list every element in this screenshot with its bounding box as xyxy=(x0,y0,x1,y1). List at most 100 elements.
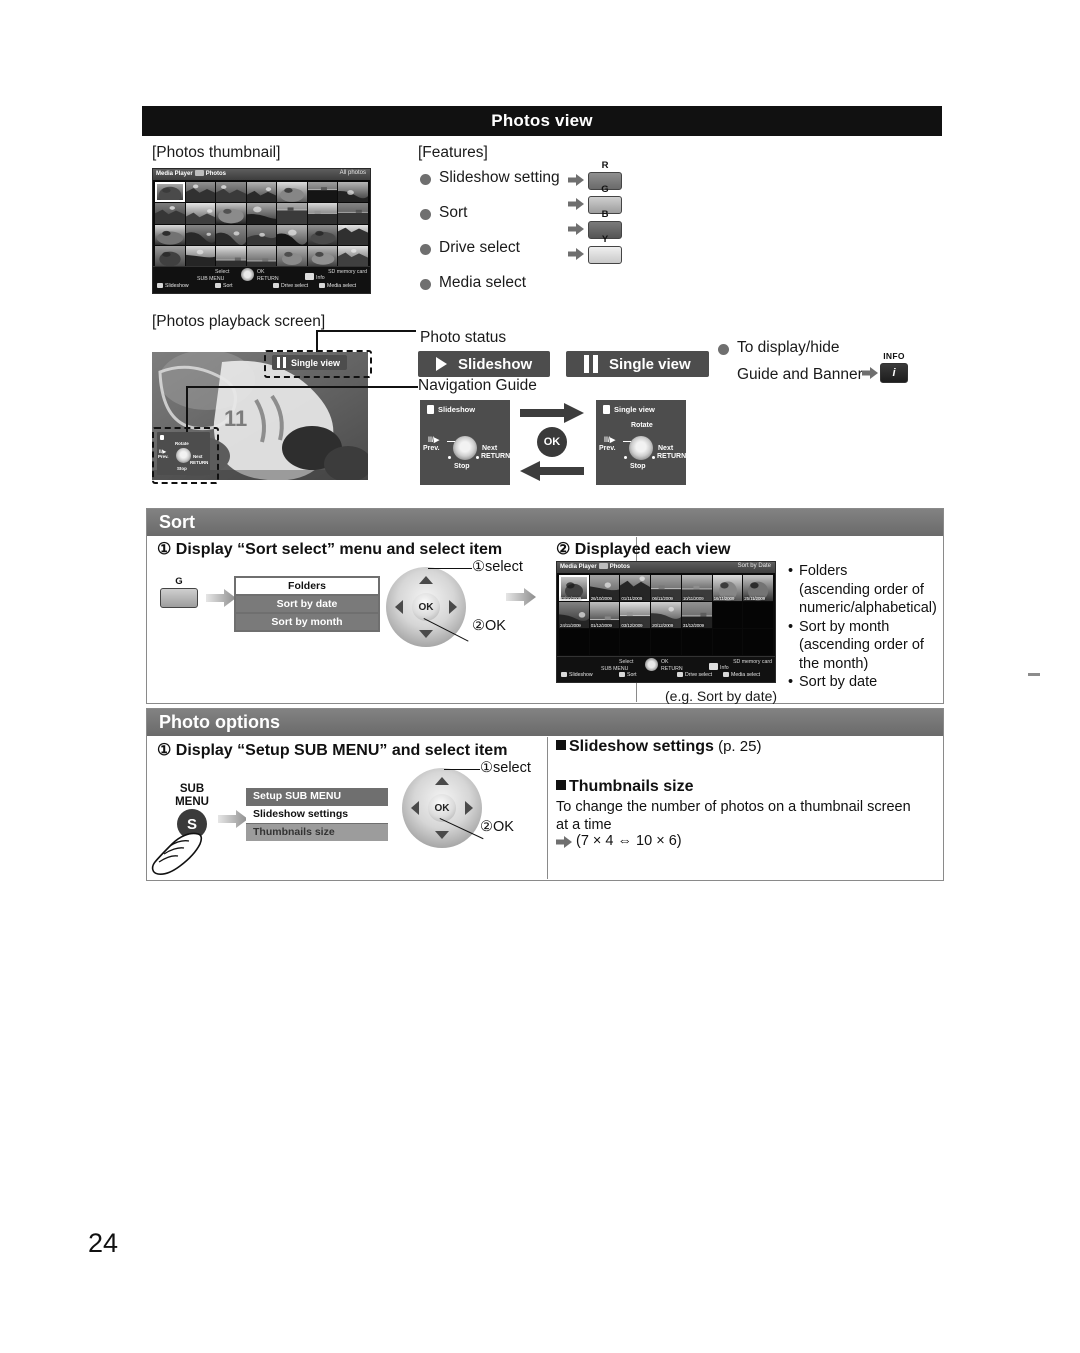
tv-color-button[interactable]: Drive select xyxy=(273,283,308,289)
dpad-left-icon[interactable] xyxy=(395,600,403,614)
thumbnail-cell[interactable] xyxy=(277,203,307,224)
info-key[interactable]: INFO i xyxy=(880,351,908,383)
thumbnail-cell[interactable] xyxy=(155,245,185,266)
thumbnail-cell[interactable] xyxy=(307,245,338,266)
thumbnail-cell[interactable] xyxy=(743,629,773,655)
thumbnail-cell[interactable] xyxy=(185,224,216,245)
ok-button-icon[interactable]: OK xyxy=(537,427,567,457)
dpad-control-sort[interactable]: OK xyxy=(386,567,466,647)
thumbnail-cell[interactable] xyxy=(681,629,712,655)
color-chip-icon xyxy=(157,283,163,288)
dpad-ok-button[interactable]: OK xyxy=(412,593,440,621)
thumbnail-cell[interactable] xyxy=(155,224,185,245)
tv-color-button[interactable]: Drive select xyxy=(677,672,712,678)
sort-note: Folders xyxy=(786,562,946,581)
tv-color-button-bar[interactable]: Slideshow Sort Drive select Media select xyxy=(153,283,370,292)
arrow-right-large-icon xyxy=(520,403,584,423)
thumbnail-cell[interactable]: 03/12/2009 xyxy=(620,602,651,628)
tv-color-button[interactable]: Sort xyxy=(215,283,233,289)
thumbnail-cell[interactable]: 20/12/2009 xyxy=(651,602,681,628)
thumbnail-cell[interactable]: 01/11/2009 xyxy=(620,575,651,601)
thumbnail-cell[interactable]: 23/10/2009 xyxy=(559,575,589,601)
thumbnail-cell[interactable] xyxy=(651,629,681,655)
arrow-left-large-icon xyxy=(520,461,584,481)
thumbnail-cell[interactable] xyxy=(712,629,743,655)
dpad-right-icon[interactable] xyxy=(449,600,457,614)
thumbnail-cell[interactable]: 10/11/2009 xyxy=(681,575,712,601)
dpad-down-icon[interactable] xyxy=(419,630,433,638)
thumbnail-cell[interactable] xyxy=(589,629,620,655)
thumbnail-cell[interactable]: 16/11/2009 xyxy=(712,575,743,601)
thumbnail-cell[interactable]: 06/11/2009 xyxy=(651,575,681,601)
thumbnail-cell[interactable] xyxy=(216,182,246,203)
thumbnail-cell[interactable] xyxy=(338,224,368,245)
color-key-green[interactable]: G xyxy=(160,576,198,608)
nav-stop-label: Stop xyxy=(630,463,646,470)
dpad-up-icon[interactable] xyxy=(435,777,449,785)
thumbnail-cell[interactable] xyxy=(307,203,338,224)
tv-color-button[interactable]: Slideshow xyxy=(157,283,189,289)
thumbnail-cell[interactable] xyxy=(559,629,589,655)
thumbnail-cell[interactable] xyxy=(246,182,277,203)
thumbnail-cell[interactable] xyxy=(712,602,743,628)
page-icon xyxy=(160,435,164,440)
thumbnail-cell[interactable]: 25/11/2009 xyxy=(743,575,773,601)
thumbnail-cell[interactable] xyxy=(277,245,307,266)
thumbnail-cell[interactable] xyxy=(307,224,338,245)
tv-color-button-bar[interactable]: Slideshow Sort Drive select Media select xyxy=(557,672,775,681)
thumbnail-cell[interactable] xyxy=(216,203,246,224)
thumbnail-cell[interactable] xyxy=(216,224,246,245)
dpad-right-icon[interactable] xyxy=(465,801,473,815)
setup-sub-menu[interactable]: Setup SUB MENU Slideshow settings Thumbn… xyxy=(246,788,388,841)
thumbnail-cell[interactable]: 01/12/2009 xyxy=(589,602,620,628)
color-key-yellow[interactable]: Y xyxy=(588,234,622,264)
thumbnail-cell[interactable] xyxy=(338,182,368,203)
sort-select-callout: ①select xyxy=(472,559,523,575)
thumbnail-cell[interactable] xyxy=(620,629,651,655)
thumbnail-cell[interactable]: 31/12/2009 xyxy=(681,602,712,628)
color-chip-icon xyxy=(677,672,683,677)
sort-select-menu[interactable]: Folders Sort by date Sort by month xyxy=(234,576,380,632)
thumbnail-cell[interactable] xyxy=(338,245,368,266)
thumbnail-cell[interactable] xyxy=(277,182,307,203)
thumbnail-cell[interactable] xyxy=(246,203,277,224)
thumbnail-cell[interactable] xyxy=(185,203,216,224)
thumbnail-grid[interactable] xyxy=(155,182,368,266)
dpad-left-icon[interactable] xyxy=(411,801,419,815)
thumbnail-cell[interactable] xyxy=(246,224,277,245)
thumbnail-cell[interactable]: 26/10/2009 xyxy=(589,575,620,601)
thumbnail-cell[interactable] xyxy=(277,224,307,245)
page-title: Photos view xyxy=(491,111,593,130)
photo-options-ok-callout: ②OK xyxy=(480,819,514,835)
thumbnail-cell[interactable] xyxy=(743,602,773,628)
thumbnails-values: (7 × 4 ⇔ 10 × 6) xyxy=(576,833,682,849)
dpad-up-icon[interactable] xyxy=(419,576,433,584)
photos-icon xyxy=(194,170,204,176)
thumbnail-cell[interactable] xyxy=(155,182,185,203)
sort-menu-item-folders[interactable]: Folders xyxy=(236,578,378,594)
thumbnail-cell[interactable] xyxy=(216,245,246,266)
photo-options-header: Photo options xyxy=(147,709,943,736)
menu-item-slideshow-settings[interactable]: Slideshow settings xyxy=(246,806,388,823)
thumbnail-cell[interactable] xyxy=(338,203,368,224)
thumbnail-cell[interactable] xyxy=(185,245,216,266)
navigation-guide-mini: Rotate ll/▶ Prev. Next RETURN Stop xyxy=(157,432,210,475)
tv-color-button[interactable]: Media select xyxy=(319,283,356,289)
features-list: Slideshow setting Sort Drive select Medi… xyxy=(420,168,670,308)
tv-color-button[interactable]: Sort xyxy=(619,672,637,678)
thumbnail-cell[interactable] xyxy=(246,245,277,266)
sorted-thumbnail-grid[interactable]: 23/10/2009 26/10/2009 01/11/2009 06/11/2009… xyxy=(559,575,773,655)
sort-menu-item-sort-by-month[interactable]: Sort by month xyxy=(236,614,378,630)
menu-item-thumbnails-size[interactable]: Thumbnails size xyxy=(246,824,388,841)
thumbnail-cell[interactable] xyxy=(307,182,338,203)
color-key-label: G xyxy=(175,576,183,587)
dpad-control-photo-options[interactable]: OK xyxy=(402,768,482,848)
dpad-ok-button[interactable]: OK xyxy=(428,794,456,822)
tv-color-button[interactable]: Media select xyxy=(723,672,760,678)
thumbnail-cell[interactable] xyxy=(185,182,216,203)
tv-color-button[interactable]: Slideshow xyxy=(561,672,593,678)
thumbnail-cell[interactable] xyxy=(155,203,185,224)
dpad-down-icon[interactable] xyxy=(435,831,449,839)
thumbnail-cell[interactable]: 24/11/2009 xyxy=(559,602,589,628)
sort-menu-item-sort-by-date[interactable]: Sort by date xyxy=(236,596,378,612)
